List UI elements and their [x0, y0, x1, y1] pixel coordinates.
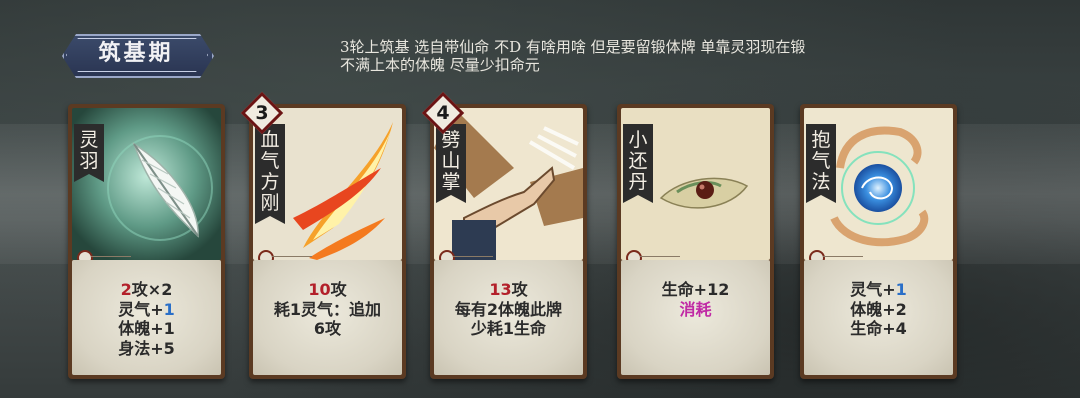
card-description-line: 生命+4 [850, 319, 907, 338]
card-cost: 3 [255, 102, 269, 124]
card-name: 灵羽 [74, 124, 104, 182]
card-name: 劈山掌 [436, 124, 466, 203]
hint-line: 3轮上筑基 选自带仙命 不D 有啥用啥 但是要留锻体牌 单靠灵羽现在锻 [340, 38, 806, 56]
card-description: 2攻×2 灵气+1 体魄+1 身法+5 [72, 280, 221, 358]
card-divider [453, 256, 493, 257]
card-description-line: 体魄+2 [850, 299, 907, 319]
skill-card[interactable]: 抱气法灵气+1 体魄+2 生命+4 [800, 104, 957, 379]
skill-card[interactable]: 血气方刚 10攻 耗1灵气：追加 6攻 3 [240, 91, 406, 379]
card-description-line: 2攻×2 [120, 280, 173, 299]
card-description-line: 耗1灵气：追加 [273, 299, 382, 319]
card-description: 生命+12 消耗 [621, 280, 770, 319]
card-description-line: 10攻 [308, 280, 347, 299]
card-description-line: 6攻 [313, 319, 342, 338]
card-divider [272, 256, 312, 257]
skill-card[interactable]: 灵羽 2攻×2 灵气+1 体魄+1 身法+5 [68, 104, 225, 379]
card-description-line: 少耗1生命 [470, 319, 547, 338]
strategy-hint: 3轮上筑基 选自带仙命 不D 有啥用啥 但是要留锻体牌 单靠灵羽现在锻 不满上本… [340, 38, 920, 74]
card-description-line: 灵气+1 [118, 299, 175, 319]
card-description-line: 生命+12 [661, 280, 730, 299]
card-description-line: 消耗 [679, 299, 712, 319]
card-description: 10攻 耗1灵气：追加 6攻 [253, 280, 402, 339]
card-description-line: 每有2体魄此牌 [454, 299, 563, 319]
card-name: 血气方刚 [255, 124, 285, 224]
card-name: 小还丹 [623, 124, 653, 203]
card-description-line: 体魄+1 [118, 319, 175, 338]
card-cost: 4 [436, 102, 450, 124]
card-description-line: 灵气+1 [850, 280, 907, 299]
card-description: 13攻 每有2体魄此牌 少耗1生命 [434, 280, 583, 339]
card-divider [91, 256, 131, 257]
card-description-line: 13攻 [489, 280, 528, 299]
card-name: 抱气法 [806, 124, 836, 203]
card-divider [640, 256, 680, 257]
hint-line: 不满上本的体魄 尽量少扣命元 [340, 56, 540, 74]
card-description: 灵气+1 体魄+2 生命+4 [804, 280, 953, 339]
card-divider [823, 256, 863, 257]
skill-card[interactable]: 小还丹生命+12 消耗 [617, 104, 774, 379]
card-description-line: 身法+5 [118, 338, 175, 358]
stage-title: 筑基期 [98, 41, 174, 66]
skill-card[interactable]: 劈山掌 13攻 每有2体魄此牌 少耗1生命 4 [421, 91, 587, 379]
